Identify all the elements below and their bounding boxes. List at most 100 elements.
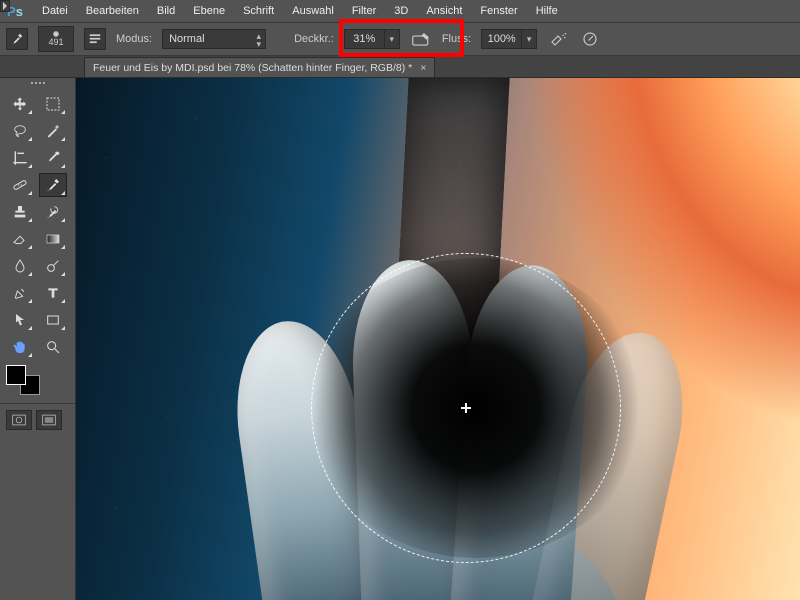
- zoom-icon: [45, 339, 61, 355]
- type-icon: [45, 285, 61, 301]
- path-select-tool[interactable]: [6, 308, 34, 332]
- menu-bar: Ps Datei Bearbeiten Bild Ebene Schrift A…: [0, 0, 800, 22]
- color-swatches[interactable]: [0, 361, 75, 399]
- marquee-icon: [45, 96, 61, 112]
- options-bar: 491 Modus: Normal ▴▾ Deckkr.: 31% ▾: [0, 22, 800, 56]
- pen-tool[interactable]: [6, 281, 34, 305]
- screen-mode-buttons: [0, 403, 75, 436]
- history-brush-icon: [45, 204, 61, 220]
- droplet-icon: [12, 258, 28, 274]
- airbrush-toggle[interactable]: [547, 28, 569, 50]
- tab-expander[interactable]: [0, 0, 10, 12]
- eyedropper-tool[interactable]: [39, 146, 67, 170]
- blend-mode-select[interactable]: Normal ▴▾: [162, 29, 266, 49]
- close-icon[interactable]: ×: [420, 62, 426, 74]
- crop-tool[interactable]: [6, 146, 34, 170]
- flow-label: Fluss:: [442, 33, 471, 45]
- dodge-tool[interactable]: [39, 254, 67, 278]
- chevron-down-icon: ▾: [390, 34, 395, 45]
- lasso-icon: [12, 123, 28, 139]
- eyedropper-icon: [45, 150, 61, 166]
- healing-brush-tool[interactable]: [6, 173, 34, 197]
- eraser-tool[interactable]: [6, 227, 34, 251]
- brush-panel-toggle[interactable]: [84, 28, 106, 50]
- menu-layer[interactable]: Ebene: [185, 2, 233, 20]
- brush-icon: [45, 177, 61, 193]
- foreground-color-swatch[interactable]: [6, 365, 26, 385]
- chevron-updown-icon: ▴▾: [257, 32, 262, 48]
- quickmask-icon: [12, 414, 26, 426]
- screen-mode[interactable]: [36, 410, 62, 430]
- arrow-cursor-icon: [12, 312, 28, 328]
- menu-file[interactable]: Datei: [34, 2, 76, 20]
- flow-dropdown[interactable]: ▾: [521, 29, 537, 49]
- tools-grid: [0, 88, 75, 361]
- type-tool[interactable]: [39, 281, 67, 305]
- hand-icon: [12, 339, 28, 355]
- bandage-icon: [12, 177, 28, 193]
- opacity-value[interactable]: 31%: [344, 29, 384, 49]
- flow-field[interactable]: 100% ▾: [481, 29, 537, 49]
- tablet-opacity-toggle[interactable]: [410, 28, 432, 50]
- document-canvas[interactable]: [76, 78, 800, 600]
- tool-preset-picker[interactable]: [6, 28, 28, 50]
- tools-panel: [0, 78, 76, 600]
- quickmask-toggle[interactable]: [6, 410, 32, 430]
- brush-tool[interactable]: [39, 173, 67, 197]
- blend-mode-value: Normal: [169, 33, 204, 45]
- history-brush-tool[interactable]: [39, 200, 67, 224]
- brush-size-value: 491: [48, 37, 63, 47]
- lasso-tool[interactable]: [6, 119, 34, 143]
- menu-window[interactable]: Fenster: [472, 2, 525, 20]
- panel-icon: [88, 32, 102, 46]
- logo-letter-s: s: [16, 4, 23, 19]
- chevron-right-icon: [2, 2, 8, 10]
- rectangle-icon: [45, 312, 61, 328]
- mode-label: Modus:: [116, 33, 152, 45]
- eraser-icon: [12, 231, 28, 247]
- menu-edit[interactable]: Bearbeiten: [78, 2, 147, 20]
- menu-3d[interactable]: 3D: [386, 2, 416, 20]
- document-tab-bar: Feuer und Eis by MDI.psd bei 78% (Schatt…: [0, 56, 800, 78]
- menu-select[interactable]: Auswahl: [284, 2, 342, 20]
- move-icon: [12, 96, 28, 112]
- clone-stamp-tool[interactable]: [6, 200, 34, 224]
- chevron-down-icon: ▾: [527, 34, 532, 45]
- app-window: Ps Datei Bearbeiten Bild Ebene Schrift A…: [0, 0, 800, 600]
- gradient-icon: [45, 231, 61, 247]
- shape-tool[interactable]: [39, 308, 67, 332]
- stamp-icon: [12, 204, 28, 220]
- menu-image[interactable]: Bild: [149, 2, 183, 20]
- document-tab-title: Feuer und Eis by MDI.psd bei 78% (Schatt…: [93, 62, 412, 74]
- blur-tool[interactable]: [6, 254, 34, 278]
- hand-tool[interactable]: [6, 335, 34, 359]
- dodge-icon: [45, 258, 61, 274]
- artwork-shadow-blob: [306, 258, 646, 558]
- tablet-pressure-opacity-icon: [412, 31, 430, 47]
- zoom-tool[interactable]: [39, 335, 67, 359]
- move-tool[interactable]: [6, 92, 34, 116]
- pen-icon: [12, 285, 28, 301]
- flow-value[interactable]: 100%: [481, 29, 521, 49]
- brush-preset-picker[interactable]: 491: [38, 26, 74, 52]
- brush-icon: [10, 32, 24, 46]
- menu-help[interactable]: Hilfe: [528, 2, 566, 20]
- magic-wand-tool[interactable]: [39, 119, 67, 143]
- tablet-size-toggle[interactable]: [579, 28, 601, 50]
- menu-filter[interactable]: Filter: [344, 2, 384, 20]
- opacity-field[interactable]: 31% ▾: [344, 29, 400, 49]
- main-area: [0, 78, 800, 600]
- marquee-tool[interactable]: [39, 92, 67, 116]
- tools-drag-handle[interactable]: [0, 78, 75, 88]
- opacity-label: Deckkr.:: [294, 33, 334, 45]
- document-tab[interactable]: Feuer und Eis by MDI.psd bei 78% (Schatt…: [84, 57, 435, 77]
- opacity-dropdown[interactable]: ▾: [384, 29, 400, 49]
- tablet-pressure-size-icon: [581, 30, 599, 48]
- options-bar-wrap: 491 Modus: Normal ▴▾ Deckkr.: 31% ▾: [0, 22, 800, 56]
- menu-view[interactable]: Ansicht: [418, 2, 470, 20]
- canvas-area[interactable]: [76, 78, 800, 600]
- screen-icon: [42, 414, 56, 426]
- gradient-tool[interactable]: [39, 227, 67, 251]
- menu-type[interactable]: Schrift: [235, 2, 282, 20]
- airbrush-icon: [549, 31, 567, 47]
